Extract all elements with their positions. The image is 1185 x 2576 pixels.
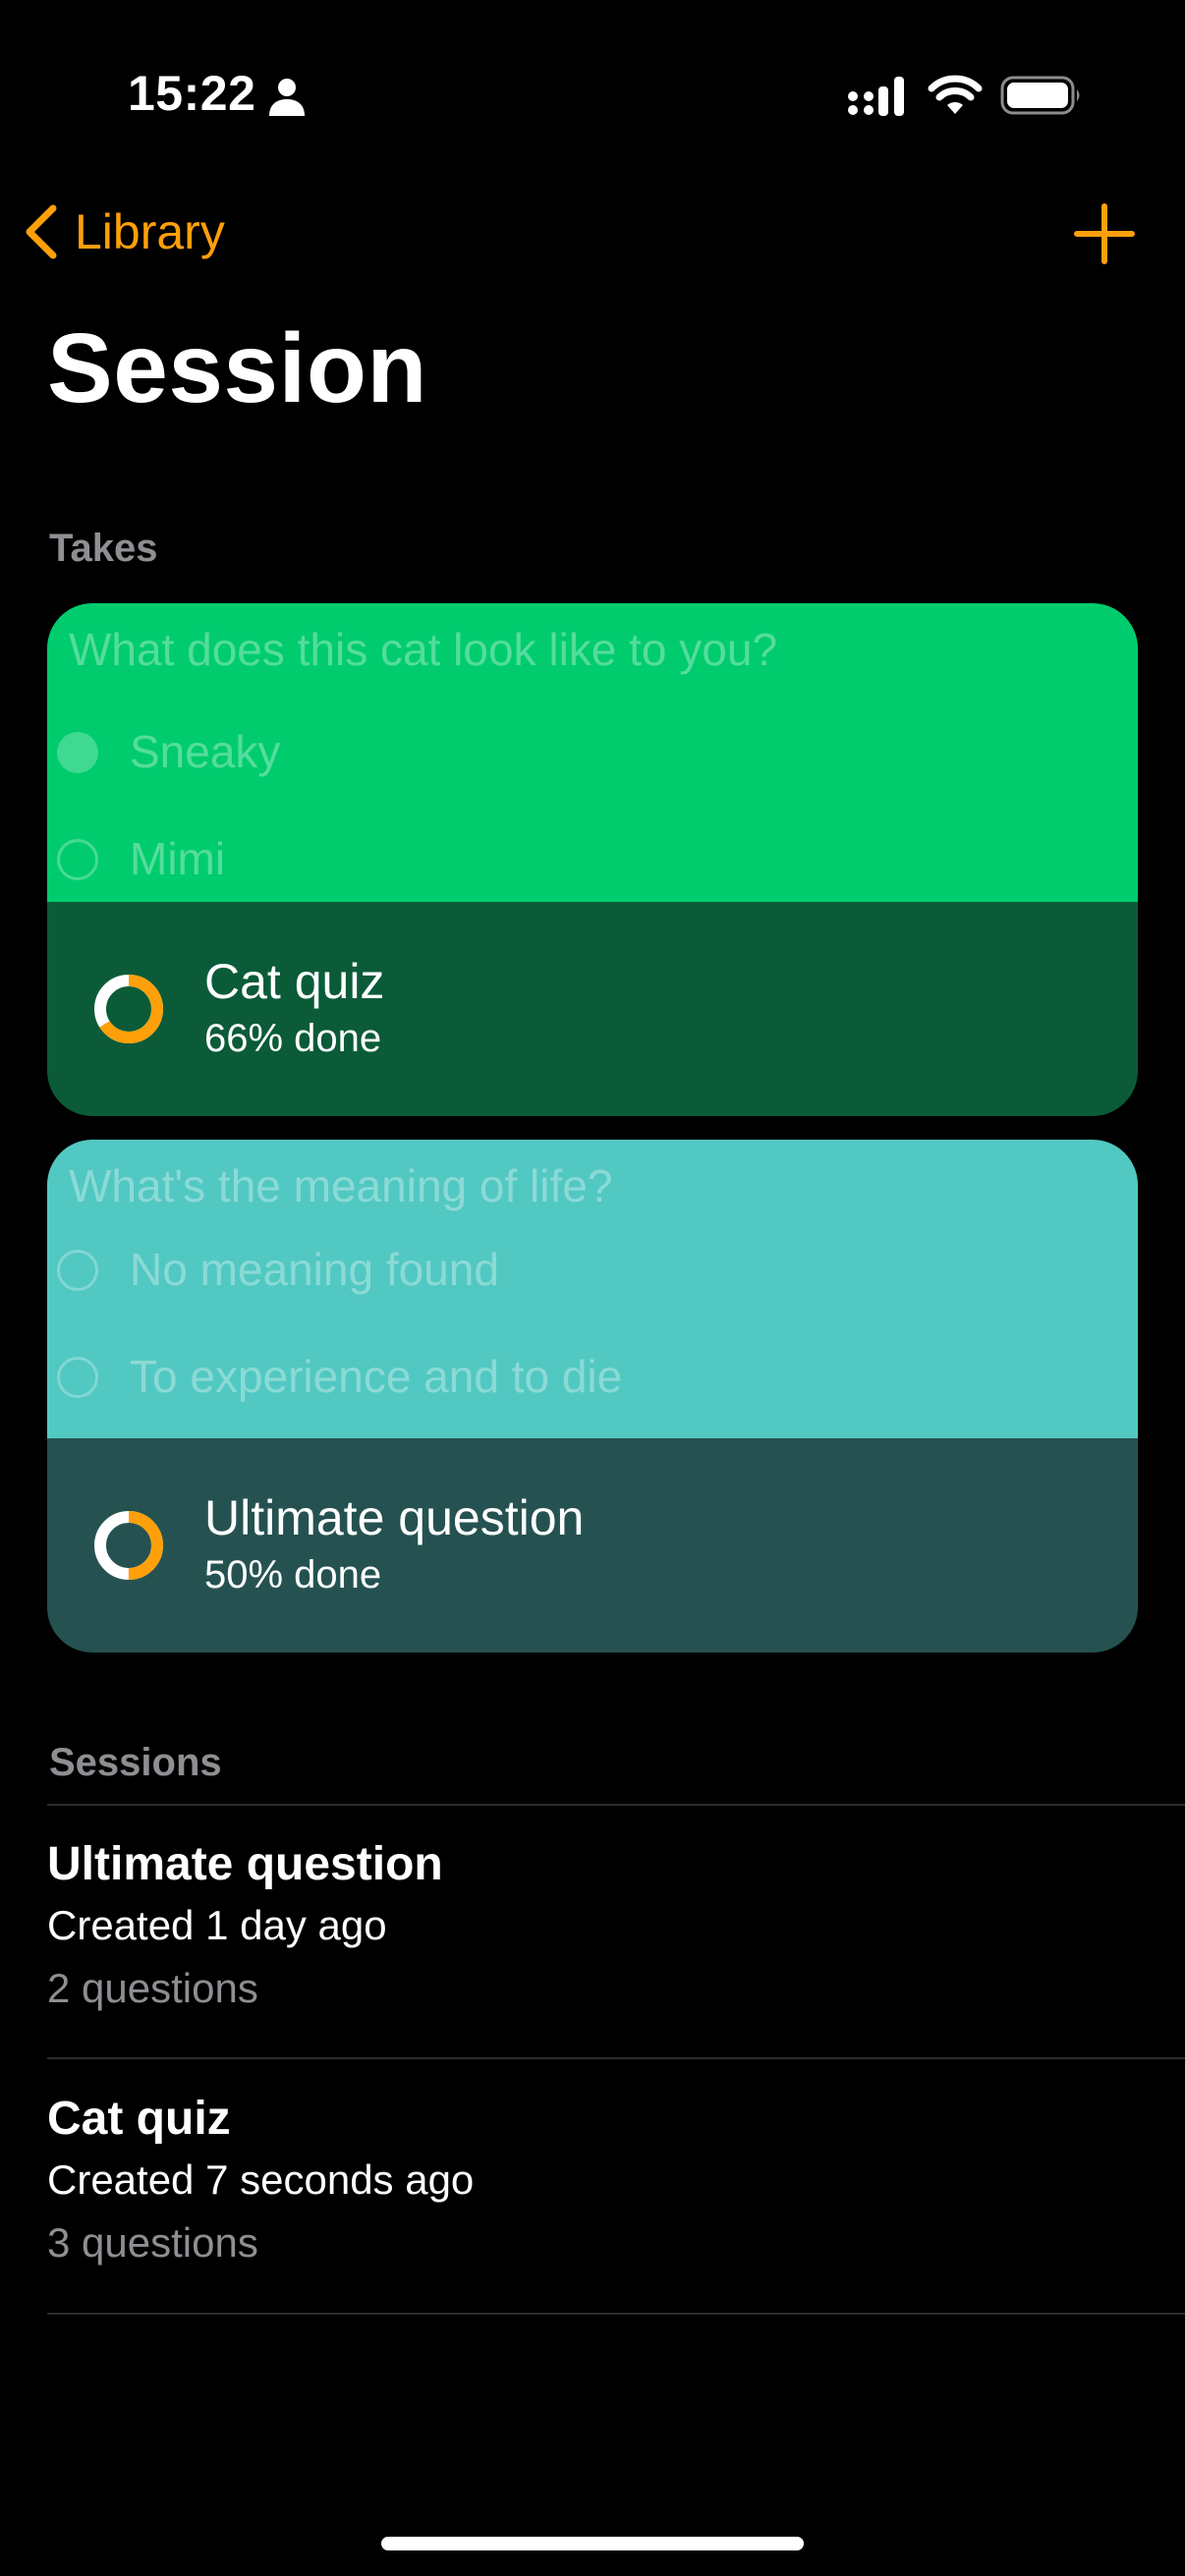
take-progress-text: 50% done (204, 1553, 382, 1596)
battery-icon (1000, 76, 1080, 115)
home-indicator (381, 2537, 804, 2550)
take-option: To experience and to die (130, 1351, 623, 1402)
take-title: Ultimate question (204, 1490, 585, 1545)
take-card-preview: What does this cat look like to you? Sne… (47, 603, 1138, 902)
progress-ring-icon (94, 1511, 163, 1580)
back-button[interactable]: Library (20, 193, 225, 271)
take-card-footer: Cat quiz 66% done (47, 902, 1138, 1116)
take-title: Cat quiz (204, 954, 385, 1009)
take-option: No meaning found (130, 1244, 499, 1295)
unchecked-option-icon (57, 1250, 98, 1291)
checked-option-icon (57, 732, 98, 773)
page-title: Session (47, 313, 427, 423)
take-card-footer: Ultimate question 50% done (47, 1438, 1138, 1652)
divider (47, 2313, 1185, 2315)
add-icon[interactable] (1067, 196, 1142, 271)
take-option: Mimi (130, 833, 226, 884)
session-created: Created 1 day ago (47, 1902, 387, 1948)
session-row[interactable]: Cat quiz Created 7 seconds ago 3 questio… (47, 2090, 1185, 2274)
chevron-left-icon (26, 204, 57, 259)
session-row[interactable]: Ultimate question Created 1 day ago 2 qu… (47, 1835, 1185, 2020)
take-card-ultimate-question[interactable]: What's the meaning of life? No meaning f… (47, 1140, 1138, 1652)
unchecked-option-icon (57, 839, 98, 880)
session-question-count: 3 questions (47, 2219, 258, 2266)
take-question: What's the meaning of life? (69, 1160, 613, 1211)
wifi-icon (928, 75, 983, 114)
session-question-count: 2 questions (47, 1965, 258, 2011)
divider (47, 1804, 1185, 1806)
divider (47, 2057, 1185, 2059)
status-time: 15:22 (128, 66, 256, 121)
progress-ring-icon (94, 975, 163, 1043)
take-card-preview: What's the meaning of life? No meaning f… (47, 1140, 1138, 1438)
take-card-cat-quiz[interactable]: What does this cat look like to you? Sne… (47, 603, 1138, 1116)
takes-section-header: Takes (49, 527, 158, 570)
take-option: Sneaky (130, 726, 281, 777)
back-button-label: Library (75, 204, 225, 259)
session-created: Created 7 seconds ago (47, 2156, 475, 2203)
unchecked-option-icon (57, 1357, 98, 1398)
person-icon (269, 79, 305, 116)
session-name: Ultimate question (47, 1838, 443, 1890)
cellular-signal-icon (848, 77, 904, 116)
take-question: What does this cat look like to you? (69, 624, 778, 675)
take-progress-text: 66% done (204, 1017, 382, 1060)
sessions-section-header: Sessions (49, 1741, 222, 1784)
session-name: Cat quiz (47, 2093, 231, 2145)
